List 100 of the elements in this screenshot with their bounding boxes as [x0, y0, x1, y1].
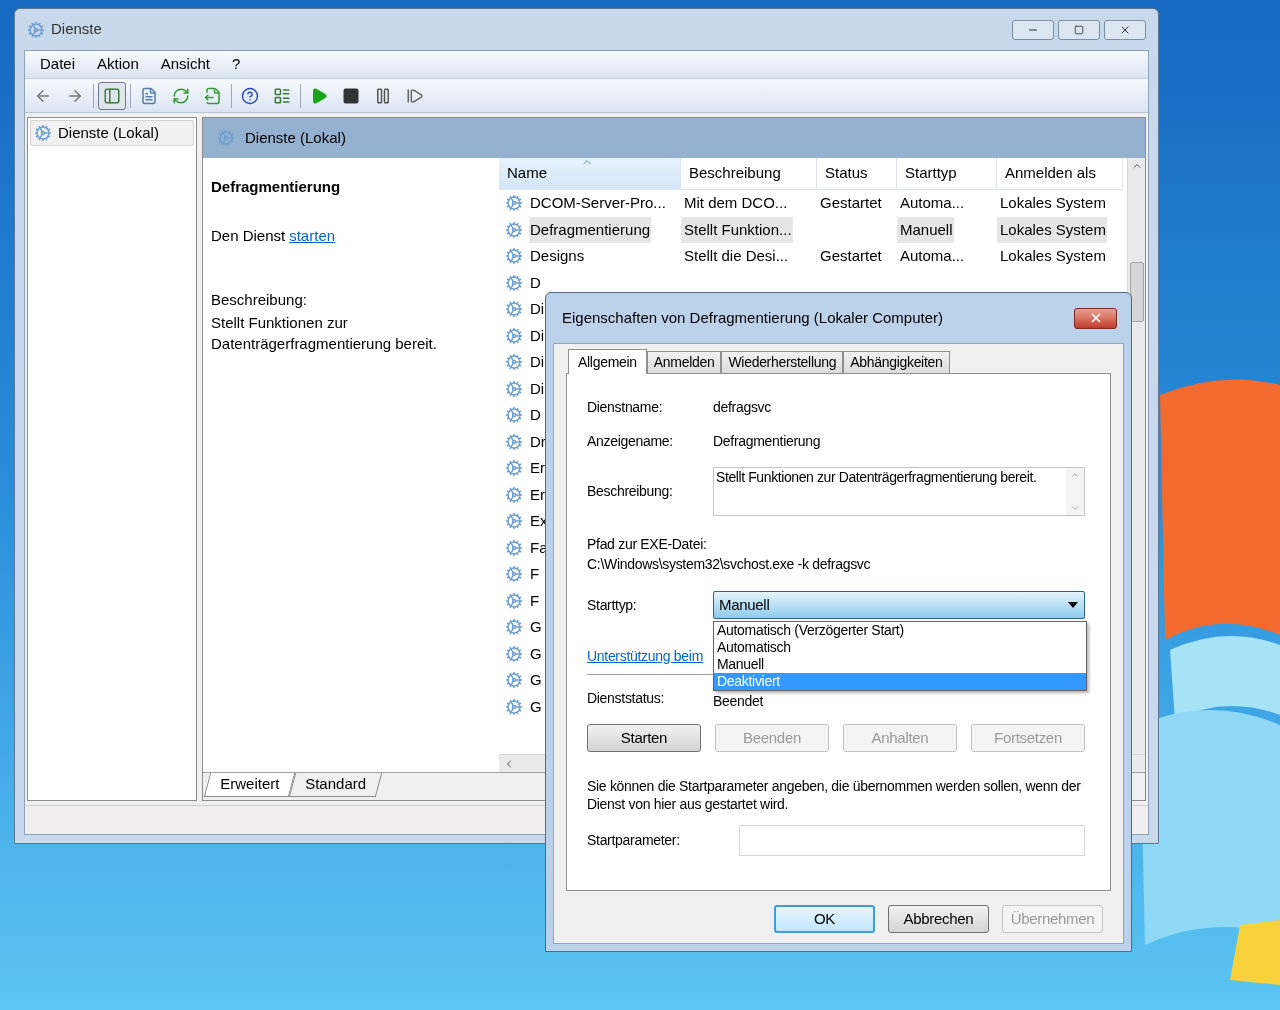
description-label: Beschreibung: — [211, 290, 308, 310]
dialog-title: Eigenschaften von Defragmentierung (Lokaler Computer) — [562, 307, 944, 328]
table-cell-text: Automa... — [899, 193, 966, 213]
field-label: Starttyp: — [587, 595, 638, 615]
gear-icon — [505, 326, 523, 345]
table-cell-text: F — [529, 590, 541, 611]
column-header[interactable]: Beschreibung — [681, 158, 817, 190]
table-cell-text: D — [529, 272, 542, 293]
field-value: defragsvc — [713, 397, 771, 417]
caret-icon — [1068, 602, 1078, 608]
gear-icon — [505, 485, 523, 504]
menu-item[interactable]: ? — [222, 53, 250, 76]
table-cell: Defragmentierung — [529, 216, 652, 243]
view-tab[interactable]: Erweitert — [203, 773, 296, 797]
maximize-icon — [1074, 24, 1084, 35]
pane-title: Dienste (Lokal) — [245, 127, 346, 148]
field-value: Defragmentierung — [713, 431, 821, 451]
start-type-dropdown[interactable]: Manuell — [713, 591, 1085, 619]
view-tab[interactable]: Standard — [288, 773, 383, 797]
table-cell-text: G — [529, 696, 543, 717]
field-value: C:\Windows\system32\svchost.exe -k defragsvc — [587, 555, 872, 574]
note-text: Sie können die Startparameter angeben, die übernommen werden sollen, wenn der Dienst von hier aus gestartet wird. — [587, 777, 1082, 813]
table-cell-text: Di — [529, 352, 546, 372]
gear-icon — [505, 538, 523, 557]
dropdown-option[interactable]: Manuell — [714, 656, 1086, 673]
gear-icon — [27, 20, 45, 39]
gear-icon — [505, 194, 523, 213]
field-label: Pfad zur EXE-Datei: — [587, 535, 708, 554]
window-title: Dienste — [51, 19, 102, 40]
start-link[interactable]: starten — [289, 224, 336, 247]
gear-icon — [505, 512, 523, 531]
table-cell-text: Di — [529, 378, 546, 399]
gear-icon — [505, 671, 523, 690]
dropdown-option[interactable]: Automatisch (Verzögerter Start) — [714, 622, 1086, 639]
dialog-button[interactable]: Abbrechen — [888, 905, 989, 933]
menu-item[interactable]: Ansicht — [151, 53, 219, 76]
action-text: Den Dienst — [211, 225, 286, 246]
service-title: Defragmentierung — [211, 177, 342, 197]
dialog-tab[interactable]: Wiederherstellung — [721, 351, 844, 373]
gear-icon — [505, 432, 523, 451]
menu-item[interactable]: Aktion — [88, 53, 148, 76]
panel-icon[interactable] — [98, 81, 126, 110]
table-cell-text: Gestartet — [819, 246, 883, 266]
table-cell: Lokales System — [997, 216, 1107, 243]
table-cell-text: Automa... — [899, 246, 966, 266]
dropdown-option[interactable]: Automatisch — [714, 639, 1086, 656]
dialog-tab[interactable]: Abhängigkeiten — [843, 351, 950, 373]
table-cell-text: Lokales System — [999, 246, 1107, 266]
gear-icon — [505, 565, 523, 584]
description-box[interactable]: Stellt Funktionen zur Datenträgerfragmentierung bereit. — [713, 467, 1085, 516]
table-cell-text: Designs — [529, 246, 586, 266]
gear-icon — [505, 379, 523, 398]
tree-item[interactable]: Dienste (Lokal) — [30, 120, 194, 146]
dialog-tab[interactable]: Anmelden — [646, 351, 722, 373]
gear-icon — [505, 644, 523, 663]
gear-icon — [217, 129, 235, 147]
description-text: Stellt Funktionen zur Datenträgerfragmentierung bereit. — [211, 312, 438, 354]
gear-icon — [505, 591, 523, 610]
dialog-button[interactable]: Starten — [587, 724, 701, 752]
table-cell-text: D — [529, 405, 542, 425]
field-label: Anzeigename: — [587, 431, 674, 451]
dialog-button[interactable]: OK — [774, 905, 875, 933]
dialog-tab[interactable]: Allgemein — [568, 349, 647, 374]
table-cell-text: G — [529, 670, 543, 690]
gear-icon — [505, 220, 523, 239]
gear-icon — [505, 697, 523, 716]
table-cell-text: Stellt die Desi... — [683, 246, 790, 266]
column-header[interactable]: Starttyp — [897, 158, 997, 190]
gear-icon — [505, 353, 523, 372]
table-cell: Manuell — [897, 216, 954, 243]
maximize-button[interactable] — [1058, 19, 1100, 40]
table-cell-text: Dr — [529, 431, 547, 452]
gear-icon — [505, 406, 523, 425]
table-cell-text: Mit dem DCO... — [683, 193, 789, 213]
gear-icon — [505, 618, 523, 637]
table-cell-text: Er — [529, 484, 546, 505]
table-cell-text: Er — [529, 458, 546, 478]
menu-item[interactable]: Datei — [31, 53, 85, 76]
gear-icon — [34, 124, 52, 142]
table-cell-text: Di — [529, 299, 546, 319]
table-cell-text: Di — [529, 325, 546, 346]
field-label: Beschreibung: — [587, 482, 674, 501]
table-cell-text: Lokales System — [999, 193, 1107, 213]
table-cell-text: G — [529, 617, 543, 637]
vertical-scrollbar[interactable] — [1066, 468, 1084, 515]
close-button[interactable] — [1074, 307, 1117, 329]
field-value: Beendet — [713, 693, 764, 709]
help-link[interactable]: Unterstützung beim — [587, 645, 703, 667]
gear-icon — [505, 459, 523, 478]
field-label: Dienststatus: — [587, 689, 666, 708]
scroll-up-icon — [1070, 470, 1080, 480]
column-header[interactable]: Anmelden als — [997, 158, 1123, 190]
column-header[interactable]: Name — [499, 158, 681, 190]
field-label: Startparameter: — [587, 831, 681, 850]
minimize-button[interactable] — [1012, 19, 1054, 40]
table-cell-text: F — [529, 564, 541, 584]
gear-icon — [505, 273, 523, 292]
table-cell-text: Gestartet — [819, 193, 883, 213]
column-header[interactable]: Status — [817, 158, 897, 190]
parameter-field[interactable] — [739, 825, 1085, 856]
